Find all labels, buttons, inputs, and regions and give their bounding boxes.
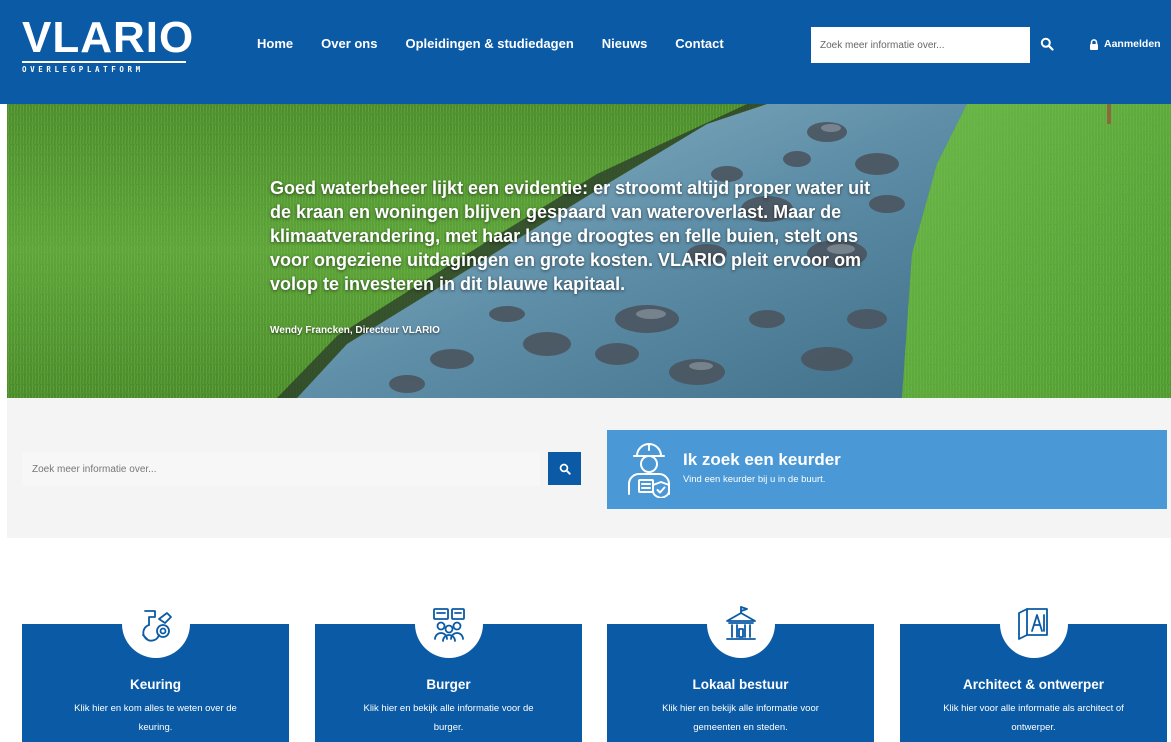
find-inspector-title: Ik zoek een keurder — [683, 450, 841, 469]
card-architect[interactable]: Architect & ontwerper Klik hier voor all… — [900, 590, 1167, 742]
card-title: Architect & ontwerper — [962, 677, 1105, 692]
nav-home[interactable]: Home — [257, 36, 293, 51]
hero-banner: Goed waterbeheer lijkt een evidentie: er… — [7, 104, 1171, 398]
find-inspector-panel[interactable]: Ik zoek een keurder Vind een keurder bij… — [607, 430, 1167, 509]
find-inspector-subtitle: Vind een keurder bij u in de buurt. — [683, 474, 826, 485]
logo-tagline: OVERLEGPLATFORM — [22, 61, 186, 74]
sewer-pipe-icon — [141, 610, 172, 642]
nav-nieuws[interactable]: Nieuws — [602, 36, 648, 51]
nav-over-ons[interactable]: Over ons — [321, 36, 377, 51]
site-header: VLARIO OVERLEGPLATFORM Home Over ons Opl… — [0, 0, 1171, 104]
card-title: Burger — [426, 677, 471, 692]
lock-icon — [1090, 38, 1098, 50]
town-hall-icon — [725, 606, 756, 640]
blueprint-icon — [1017, 608, 1048, 640]
header-search-button[interactable] — [1032, 27, 1062, 63]
hero-author: Wendy Francken, Directeur VLARIO — [270, 325, 440, 336]
card-title: Lokaal bestuur — [692, 677, 789, 692]
card-description: Klik hier voor alle informatie als archi… — [943, 703, 1124, 733]
header-search-input[interactable] — [811, 27, 1030, 63]
card-title: Keuring — [129, 677, 181, 692]
card-icon-circle — [414, 590, 483, 658]
inspector-icon — [628, 443, 670, 498]
hero-quote: Goed waterbeheer lijkt een evidentie: er… — [270, 178, 871, 294]
card-burger[interactable]: Burger Klik hier en bekijk alle informat… — [315, 590, 582, 742]
card-description: Klik hier en bekijk alle informatie voor… — [363, 703, 534, 733]
card-icon-circle — [706, 590, 775, 658]
main-search-input[interactable] — [22, 452, 540, 486]
card-keuring[interactable]: Keuring Klik hier en kom alles te weten … — [22, 590, 289, 742]
card-icon-circle — [999, 590, 1068, 658]
site-logo[interactable]: VLARIO OVERLEGPLATFORM — [22, 16, 194, 74]
citizens-icon — [432, 608, 465, 642]
nav-opleidingen[interactable]: Opleidingen & studiedagen — [405, 36, 573, 51]
card-description: Klik hier en kom alles te weten over de … — [74, 703, 237, 733]
card-lokaal-bestuur[interactable]: Lokaal bestuur Klik hier en bekijk alle … — [607, 590, 874, 742]
login-label: Aanmelden — [1104, 38, 1161, 50]
logo-wordmark: VLARIO — [22, 13, 195, 62]
card-icon-circle — [121, 590, 190, 658]
login-link[interactable]: Aanmelden — [1089, 38, 1161, 50]
search-icon — [559, 463, 571, 475]
main-nav: Home Over ons Opleidingen & studiedagen … — [257, 36, 752, 51]
card-description: Klik hier en bekijk alle informatie voor… — [662, 703, 819, 733]
main-search-button[interactable] — [548, 452, 581, 485]
nav-contact[interactable]: Contact — [675, 36, 723, 51]
search-icon — [1040, 37, 1054, 51]
